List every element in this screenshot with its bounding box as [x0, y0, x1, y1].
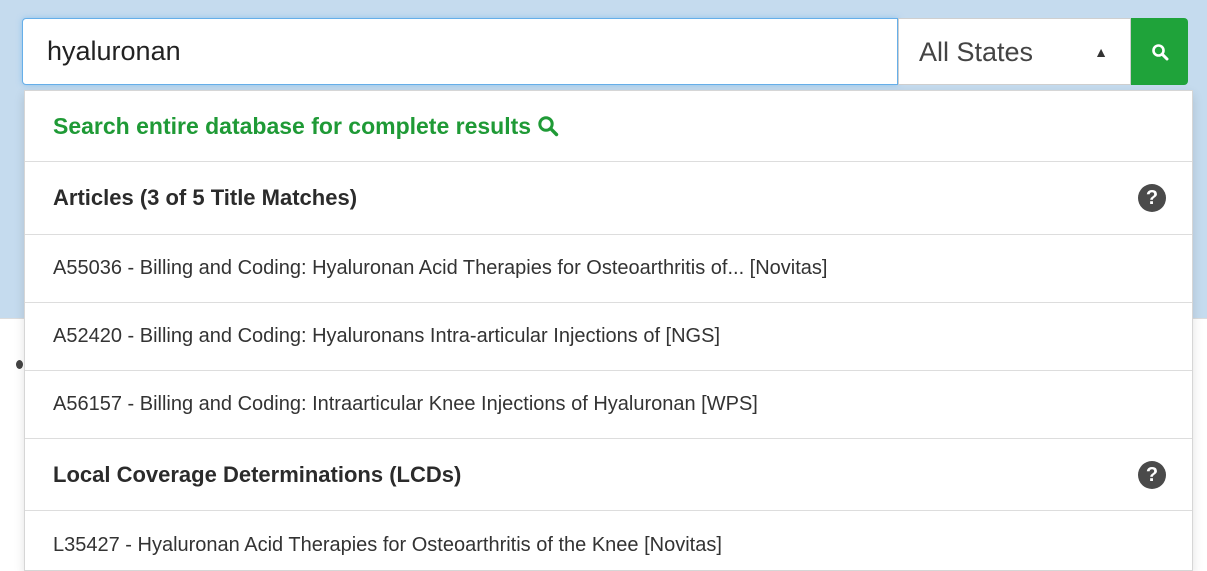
list-item-label: A56157 - Billing and Coding: Intraarticu…	[53, 393, 758, 415]
section-header-articles: Articles (3 of 5 Title Matches) ?	[25, 162, 1192, 235]
background-bullet	[16, 360, 23, 369]
search-icon	[537, 115, 559, 137]
state-select-value: All States	[919, 37, 1034, 67]
help-icon[interactable]: ?	[1138, 460, 1166, 489]
list-item-label: L35427 - Hyaluronan Acid Therapies for O…	[53, 533, 722, 556]
section-header-lcds: Local Coverage Determinations (LCDs) ?	[25, 439, 1192, 511]
section-title: Articles (3 of 5 Title Matches)	[53, 185, 358, 210]
list-item-label: A52420 - Billing and Coding: Hyaluronans…	[53, 325, 721, 347]
search-button[interactable]	[1131, 18, 1188, 85]
search-input[interactable]	[22, 18, 898, 85]
list-item-label: A55036 - Billing and Coding: Hyaluronan …	[53, 257, 828, 279]
state-select[interactable]: All States ▲	[898, 18, 1131, 85]
list-item[interactable]: A55036 - Billing and Coding: Hyaluronan …	[25, 235, 1192, 303]
search-all-link[interactable]: Search entire database for complete resu…	[25, 91, 1192, 162]
search-suggestions-dropdown: Search entire database for complete resu…	[24, 90, 1193, 571]
search-bar: All States ▲	[22, 18, 1188, 85]
help-icon[interactable]: ?	[1138, 184, 1166, 212]
up-down-caret-icon: ▲	[1094, 44, 1108, 60]
list-item[interactable]: A56157 - Billing and Coding: Intraarticu…	[25, 371, 1192, 439]
search-icon	[1151, 43, 1168, 60]
search-all-label: Search entire database for complete resu…	[53, 112, 532, 139]
section-title: Local Coverage Determinations (LCDs)	[53, 461, 462, 487]
list-item[interactable]: L35427 - Hyaluronan Acid Therapies for O…	[25, 511, 1192, 571]
list-item[interactable]: A52420 - Billing and Coding: Hyaluronans…	[25, 303, 1192, 371]
